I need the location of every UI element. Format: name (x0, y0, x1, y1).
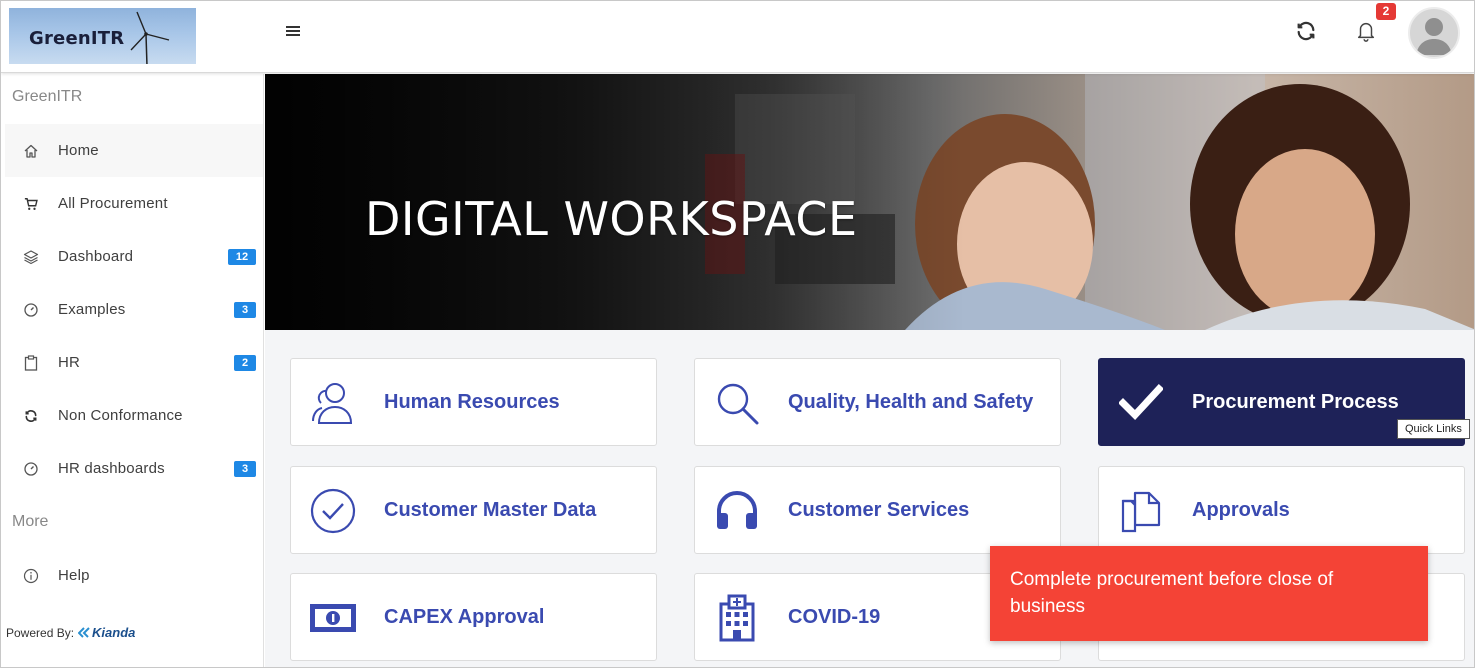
home-icon (21, 141, 41, 161)
cart-icon (21, 194, 41, 214)
sidebar-title: GreenITR (12, 88, 83, 105)
hamburger-icon (286, 26, 300, 36)
sidebar-item-label: Examples (58, 301, 126, 318)
sidebar-item-label: HR dashboards (58, 460, 165, 477)
logo-text: GreenITR (29, 28, 125, 49)
tile-label: Procurement Process (1192, 391, 1399, 413)
money-icon (307, 592, 359, 644)
count-badge: 3 (234, 460, 256, 477)
count-badge: 3 (234, 301, 256, 318)
top-bar: GreenITR 2 (1, 1, 1474, 73)
tile-label: Customer Services (788, 499, 970, 521)
sidebar-item-label: Non Conformance (58, 407, 183, 424)
tile-label: Approvals (1192, 499, 1290, 521)
sidebar: GreenITR Home All Procurement Dashboard … (1, 74, 264, 667)
search-icon (711, 377, 763, 429)
hospital-icon (711, 592, 763, 644)
refresh-button[interactable] (1292, 17, 1320, 45)
sidebar-item-label: Home (58, 142, 99, 159)
app-window: GreenITR 2 GreenITR Home All Procurement… (0, 0, 1475, 668)
notification-toast[interactable]: Complete procurement before close of bus… (990, 546, 1428, 641)
powered-by: Powered By: Kianda (6, 625, 135, 640)
sidebar-item-hr[interactable]: HR 2 (5, 336, 263, 389)
refresh-icon (1297, 21, 1315, 41)
sidebar-item-all-procurement[interactable]: All Procurement (5, 177, 263, 230)
tile-customer-services[interactable]: Customer Services (694, 466, 1061, 554)
sidebar-item-label: Dashboard (58, 248, 134, 265)
sidebar-item-examples[interactable]: Examples 3 (5, 283, 263, 336)
toast-message: Complete procurement before close of bus… (1010, 569, 1334, 617)
tile-label: Customer Master Data (384, 499, 597, 521)
headphones-icon (711, 485, 763, 537)
hero-title: DIGITAL WORKSPACE (365, 192, 858, 246)
check-icon (1115, 377, 1167, 429)
sidebar-item-help[interactable]: Help (5, 549, 263, 602)
layers-icon (21, 247, 41, 267)
sidebar-item-non-conformance[interactable]: Non Conformance (5, 389, 263, 442)
clipboard-icon (21, 353, 41, 373)
logo[interactable]: GreenITR (9, 8, 196, 64)
tile-customer-master-data[interactable]: Customer Master Data (290, 466, 657, 554)
kianda-mark-icon (78, 627, 90, 638)
gauge-icon (21, 300, 41, 320)
bell-icon (1357, 23, 1375, 42)
sidebar-item-dashboard[interactable]: Dashboard 12 (5, 230, 263, 283)
user-avatar[interactable] (1408, 7, 1460, 59)
tile-label: COVID-19 (788, 606, 881, 628)
notifications-button[interactable] (1352, 17, 1380, 45)
refresh-icon (21, 406, 41, 426)
tile-label: Human Resources (384, 391, 560, 413)
gauge-icon (21, 459, 41, 479)
count-badge: 2 (234, 354, 256, 371)
user-avatar-icon (1416, 18, 1452, 55)
notification-count-badge: 2 (1376, 3, 1396, 20)
sidebar-item-label: HR (58, 354, 81, 371)
powered-by-label: Powered By: (6, 625, 75, 640)
sidebar-section-more: More (12, 513, 49, 530)
count-badge: 12 (228, 248, 256, 265)
sidebar-item-label: Help (58, 567, 90, 584)
wind-turbine-icon (130, 11, 170, 64)
sidebar-item-home[interactable]: Home (5, 124, 263, 177)
kianda-brand: Kianda (92, 625, 136, 640)
kianda-logo[interactable]: Kianda (78, 625, 135, 640)
tile-label: CAPEX Approval (384, 606, 545, 628)
menu-toggle-button[interactable] (281, 19, 305, 43)
sidebar-item-hr-dashboards[interactable]: HR dashboards 3 (5, 442, 263, 495)
tile-label: Quality, Health and Safety (788, 391, 1034, 413)
tile-human-resources[interactable]: Human Resources (290, 358, 657, 446)
info-icon (21, 566, 41, 586)
copy-icon (1115, 485, 1167, 537)
tile-quality-health-safety[interactable]: Quality, Health and Safety (694, 358, 1061, 446)
users-icon (307, 377, 359, 429)
quick-links-tooltip: Quick Links (1397, 419, 1470, 439)
sidebar-item-label: All Procurement (58, 195, 168, 212)
hero-banner: DIGITAL WORKSPACE (265, 74, 1474, 330)
tile-capex-approval[interactable]: CAPEX Approval (290, 573, 657, 661)
tile-approvals[interactable]: Approvals (1098, 466, 1465, 554)
check-circle-icon (307, 485, 359, 537)
